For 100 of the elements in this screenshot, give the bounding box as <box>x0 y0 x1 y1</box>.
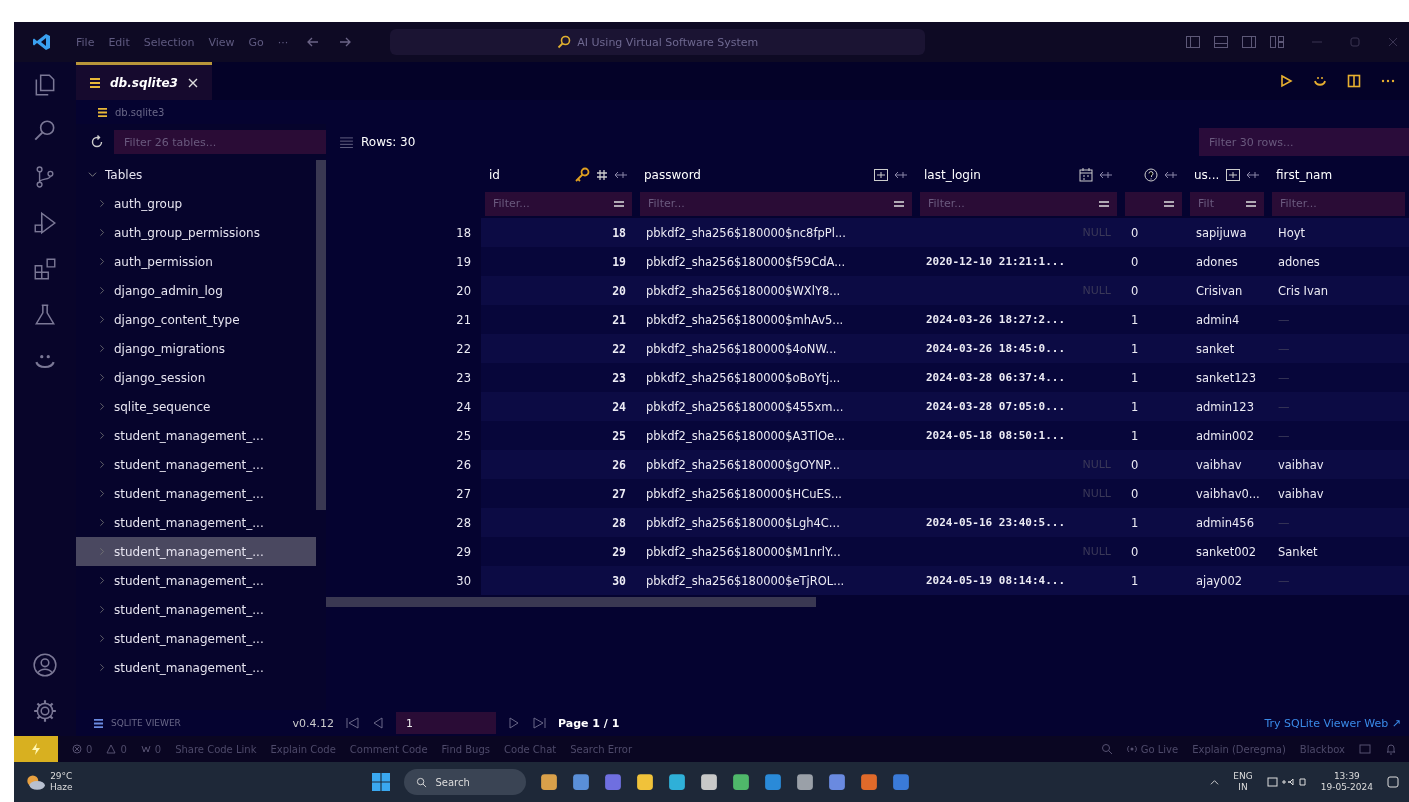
table-cell: vaibhav <box>1186 450 1268 479</box>
table-name: django_content_type <box>114 312 240 327</box>
app-icon[interactable] <box>636 773 655 791</box>
error-icon <box>72 744 82 754</box>
table-filter-field[interactable]: Filter 26 tables... <box>114 130 326 154</box>
tree-group-label: Tables <box>105 167 143 182</box>
play-bug-icon[interactable] <box>32 210 58 236</box>
sidebar-table-item[interactable]: student_management_... <box>76 508 316 537</box>
sidebar-table-item[interactable]: student_management_... <box>76 624 316 653</box>
scrollbar[interactable] <box>316 160 326 510</box>
column-filter-field[interactable]: Filter... <box>1272 191 1405 216</box>
sidebar-table-item[interactable]: student_management_... <box>76 450 316 479</box>
weather-icon[interactable] <box>24 773 46 791</box>
scrollbar[interactable] <box>326 597 816 607</box>
app-icon[interactable] <box>860 773 879 791</box>
clock[interactable]: 13:39 19-05-2024 <box>1320 771 1373 793</box>
sort-icon[interactable] <box>1246 169 1260 180</box>
panel-layout-icon[interactable] <box>1213 34 1229 50</box>
app-icon[interactable] <box>732 773 751 791</box>
next-page-icon[interactable] <box>508 717 520 729</box>
row-filter-field[interactable]: Filter 30 rows... <box>1199 128 1409 156</box>
sidebar-table-item[interactable]: django_migrations <box>76 334 316 363</box>
sidebar-table-item[interactable]: sqlite_sequence <box>76 392 316 421</box>
grid-layout-icon[interactable] <box>1269 34 1285 50</box>
sidebar-table-item[interactable]: auth_group <box>76 189 316 218</box>
table-cell: 1 <box>1121 566 1186 595</box>
column-header[interactable]: last_login <box>924 167 1073 182</box>
sort-icon[interactable] <box>1099 169 1113 180</box>
sidebar-table-item[interactable]: student_management_... <box>76 595 316 624</box>
previous-page-icon[interactable] <box>372 717 384 729</box>
back-arrow-icon[interactable] <box>306 35 321 49</box>
chevron-icon <box>98 315 106 324</box>
start-icon[interactable] <box>372 773 391 791</box>
app-icon[interactable] <box>764 773 783 791</box>
sidebar-table-item[interactable]: student_management_... <box>76 421 316 450</box>
column-filter-field[interactable] <box>1125 191 1182 216</box>
sort-icon[interactable] <box>894 169 908 180</box>
sort-icon[interactable] <box>1164 169 1178 180</box>
tree-group[interactable]: Tables <box>76 160 316 189</box>
first-page-icon[interactable] <box>346 717 360 729</box>
refresh-icon[interactable] <box>90 135 104 149</box>
column-header[interactable]: password <box>644 167 868 182</box>
language-indicator[interactable]: ENG IN <box>1233 771 1253 793</box>
split-editor-icon[interactable] <box>1347 74 1361 88</box>
column-filter-field[interactable]: Filter... <box>920 191 1117 216</box>
breadcrumb-item[interactable]: db.sqlite3 <box>115 106 165 118</box>
sidebar-layout-icon[interactable] <box>1185 34 1201 50</box>
app-icon[interactable] <box>572 773 591 791</box>
settings-icon[interactable] <box>32 698 58 724</box>
sidebar-table-item[interactable]: django_session <box>76 363 316 392</box>
sidebar-table-item[interactable]: auth_permission <box>76 247 316 276</box>
notification-icon[interactable] <box>1387 776 1399 788</box>
table-cell: 2024-03-26 18:27:2... <box>916 305 1121 334</box>
table-cell: 23 <box>481 363 636 392</box>
table-cell: Hoyt <box>1268 218 1409 247</box>
editor-tab[interactable]: db.sqlite3 <box>76 62 212 100</box>
app-icon[interactable] <box>700 773 719 791</box>
sidebar-table-item[interactable]: django_content_type <box>76 305 316 334</box>
blocks-icon[interactable] <box>32 256 58 282</box>
play-icon[interactable] <box>1279 74 1293 88</box>
app-icon[interactable] <box>828 773 847 791</box>
app-icon[interactable] <box>540 773 559 791</box>
split-layout-icon[interactable] <box>1241 34 1257 50</box>
last-page-icon[interactable] <box>532 717 546 729</box>
chevron-icon <box>98 373 106 382</box>
column-header[interactable]: id <box>489 167 568 182</box>
version-label: v0.4.12 <box>292 716 334 730</box>
row-number: 20 <box>455 282 472 300</box>
column-header[interactable]: first_nam <box>1276 167 1395 182</box>
filter-mode-icon <box>1099 199 1109 208</box>
table-name: student_management_... <box>114 631 264 646</box>
app-icon[interactable] <box>668 773 687 791</box>
sidebar-table-item[interactable]: student_management_... <box>76 537 316 566</box>
sidebar-table-item[interactable]: django_admin_log <box>76 276 316 305</box>
taskbar-search[interactable]: Search <box>404 769 527 795</box>
sidebar-table-item[interactable]: student_management_... <box>76 566 316 595</box>
page-number-field[interactable]: 1 <box>396 712 496 734</box>
sidebar-table-item[interactable]: student_management_... <box>76 479 316 508</box>
web-viewer-link[interactable]: Try SQLite Viewer Web ↗ <box>1264 716 1401 730</box>
sort-icon[interactable] <box>614 169 628 180</box>
column-filter-field[interactable]: Filter... <box>485 191 632 216</box>
sidebar-table-item[interactable]: auth_group_permissions <box>76 218 316 247</box>
column-filter-field[interactable]: Filt <box>1190 191 1264 216</box>
chevron-up-icon[interactable] <box>1210 777 1220 787</box>
hash-icon <box>596 168 608 181</box>
sidebar-table-item[interactable]: student_management_... <box>76 653 316 682</box>
column-header[interactable]: us... <box>1194 167 1220 182</box>
forward-arrow-icon[interactable] <box>338 35 353 49</box>
table-cell: pbkdf2_sha256$180000$nc8fpPl... <box>636 218 916 247</box>
account-icon[interactable] <box>32 652 58 678</box>
app-icon[interactable] <box>796 773 815 791</box>
smile-icon[interactable] <box>1313 74 1327 88</box>
calendar-icon <box>1079 167 1093 182</box>
table-cell: — <box>1268 392 1409 421</box>
wifi-volume-battery-icon[interactable] <box>1266 776 1307 788</box>
page-indicator: Page 1 / 1 <box>558 716 620 730</box>
column-filter-field[interactable]: Filter... <box>640 191 912 216</box>
more-icon[interactable] <box>1381 79 1395 83</box>
table-name: student_management_... <box>114 544 264 559</box>
bell-icon[interactable] <box>1385 743 1397 755</box>
